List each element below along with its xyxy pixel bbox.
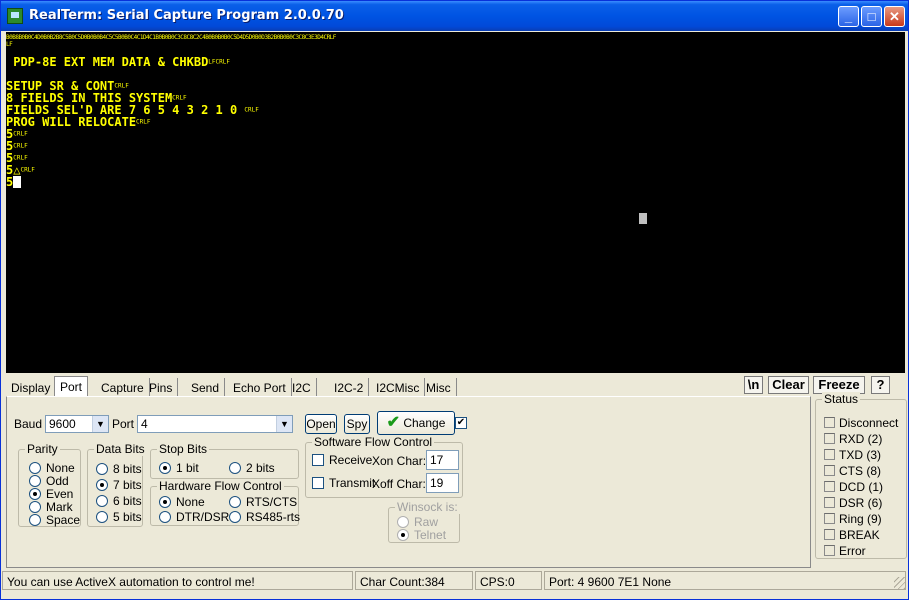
status-group: Status Disconnect RXD (2) TXD (3) CTS (8… [815,392,907,559]
change-checkbox[interactable]: ✔ [455,412,472,429]
terminal-cursor [13,176,22,188]
close-button[interactable]: ✕ [884,6,905,27]
clear-button[interactable]: Clear [768,376,809,394]
stop-bits-1-radio[interactable]: 1 bit [159,461,199,475]
open-button[interactable]: Open [305,414,337,434]
mouse-cursor-marker [639,213,647,224]
winsock-telnet-radio[interactable]: Telnet [397,528,446,542]
status-txd: TXD (3) [824,448,881,462]
hw-flow-rs485-radio[interactable]: RS485-rts [229,510,300,524]
parity-even-radio[interactable]: Even [29,487,73,501]
status-disconnect: Disconnect [824,416,898,430]
resize-grip-icon[interactable] [894,577,906,589]
spy-button[interactable]: Spy [344,414,370,434]
maximize-button[interactable]: □ [861,6,882,27]
port-select[interactable]: 4 ▼ [137,415,293,433]
statusbar-port-info: Port: 4 9600 7E1 None [544,571,906,590]
terminal-line: PDP-8E EXT MEM DATA & CHKBDLFCRLF [6,55,230,69]
chevron-down-icon[interactable]: ▼ [276,416,292,432]
sw-flow-receive-checkbox[interactable]: Receive [312,453,372,467]
status-ring: Ring (9) [824,512,882,526]
tab-capture[interactable]: Capture [96,378,150,396]
hw-flow-none-radio[interactable]: None [159,495,205,509]
data-bits-group: Data Bits 8 bits 7 bits 6 bits 5 bits [87,442,147,527]
terminal-line: 5 [6,176,22,188]
status-dcd: DCD (1) [824,480,883,494]
tab-display[interactable]: Display [6,378,57,396]
change-button[interactable]: ✔ Change [377,411,455,435]
winsock-group: Winsock is: Raw Telnet [388,500,460,543]
statusbar-message: You can use ActiveX automation to contro… [2,571,353,590]
terminal-line: PROG WILL RELOCATECRLF [6,115,151,129]
xoff-char-input[interactable]: 19 [426,473,459,493]
data-bits-6-radio[interactable]: 6 bits [96,494,142,508]
data-bits-5-radio[interactable]: 5 bits [96,510,142,524]
data-bits-title: Data Bits [94,442,147,456]
tab-strip: Display Port Capture Pins Send Echo Port… [6,376,466,397]
tab-send[interactable]: Send [186,378,226,396]
tab-i2cmisc[interactable]: I2CMisc [371,378,426,396]
newline-button[interactable]: \n [744,376,763,394]
tab-echo-port[interactable]: Echo Port [228,378,292,396]
terminal-display[interactable]: B0B8B0B0C4D0B0B2B8C5B0C5D0B0B0B4C5C5B0B0… [6,32,905,373]
status-break: BREAK [824,528,880,542]
xon-char-input[interactable]: 17 [426,450,459,470]
window-title: RealTerm: Serial Capture Program 2.0.0.7… [29,8,344,23]
port-label: Port [112,417,135,431]
tab-i2c-2[interactable]: I2C-2 [329,378,370,396]
parity-odd-radio[interactable]: Odd [29,474,69,488]
parity-none-radio[interactable]: None [29,461,75,475]
statusbar-char-count: Char Count:384 [355,571,473,590]
checkmark-icon: ✔ [386,414,400,431]
status-bar: You can use ActiveX automation to contro… [1,571,908,591]
tab-i2c[interactable]: I2C [287,378,317,396]
status-cts: CTS (8) [824,464,881,478]
parity-group: Parity None Odd Even Mark Space [18,442,81,527]
parity-title: Parity [25,442,60,456]
app-window: RealTerm: Serial Capture Program 2.0.0.7… [0,0,909,600]
winsock-raw-radio[interactable]: Raw [397,515,438,529]
winsock-title: Winsock is: [395,500,460,514]
status-rxd: RXD (2) [824,432,882,446]
sw-flow-group: Software Flow Control Receive Xon Char: … [305,435,463,498]
tab-port[interactable]: Port [54,376,89,397]
parity-space-radio[interactable]: Space [29,513,80,527]
help-button[interactable]: ? [871,376,890,394]
hw-flow-group: Hardware Flow Control None RTS/CTS DTR/D… [150,479,300,526]
terminal-hex-line: B0B8B0B0C4D0B0B2B8C5B0C5D0B0B0B4C5C5B0B0… [6,34,336,41]
tab-misc[interactable]: Misc [421,378,457,396]
minimize-button[interactable]: _ [838,6,859,27]
data-bits-8-radio[interactable]: 8 bits [96,462,142,476]
sw-flow-title: Software Flow Control [312,435,435,449]
baud-select[interactable]: 9600 ▼ [45,415,109,433]
title-bar[interactable]: RealTerm: Serial Capture Program 2.0.0.7… [1,1,908,31]
hw-flow-rtscts-radio[interactable]: RTS/CTS [229,495,297,509]
chevron-down-icon[interactable]: ▼ [92,416,108,432]
status-title: Status [822,392,861,406]
parity-mark-radio[interactable]: Mark [29,500,73,514]
sw-flow-transmit-checkbox[interactable]: Transmit [312,476,375,490]
data-bits-7-radio[interactable]: 7 bits [96,478,142,492]
hw-flow-dtrdsr-radio[interactable]: DTR/DSR [159,510,229,524]
status-error: Error [824,544,866,558]
statusbar-cps: CPS:0 [475,571,542,590]
app-icon [7,8,23,24]
hw-flow-title: Hardware Flow Control [157,479,284,493]
xoff-label: Xoff Char: [372,477,426,491]
port-panel: Baud 9600 ▼ Port 4 ▼ Open Spy ✔ Change ✔ P… [6,396,811,568]
stop-bits-group: Stop Bits 1 bit 2 bits [150,442,299,479]
tab-pins[interactable]: Pins [144,378,179,396]
stop-bits-title: Stop Bits [157,442,210,456]
xon-label: Xon Char: [372,454,427,468]
status-dsr: DSR (6) [824,496,882,510]
baud-label: Baud [14,417,43,431]
stop-bits-2-radio[interactable]: 2 bits [229,461,275,475]
terminal-hex-line-2: LF [6,41,13,48]
